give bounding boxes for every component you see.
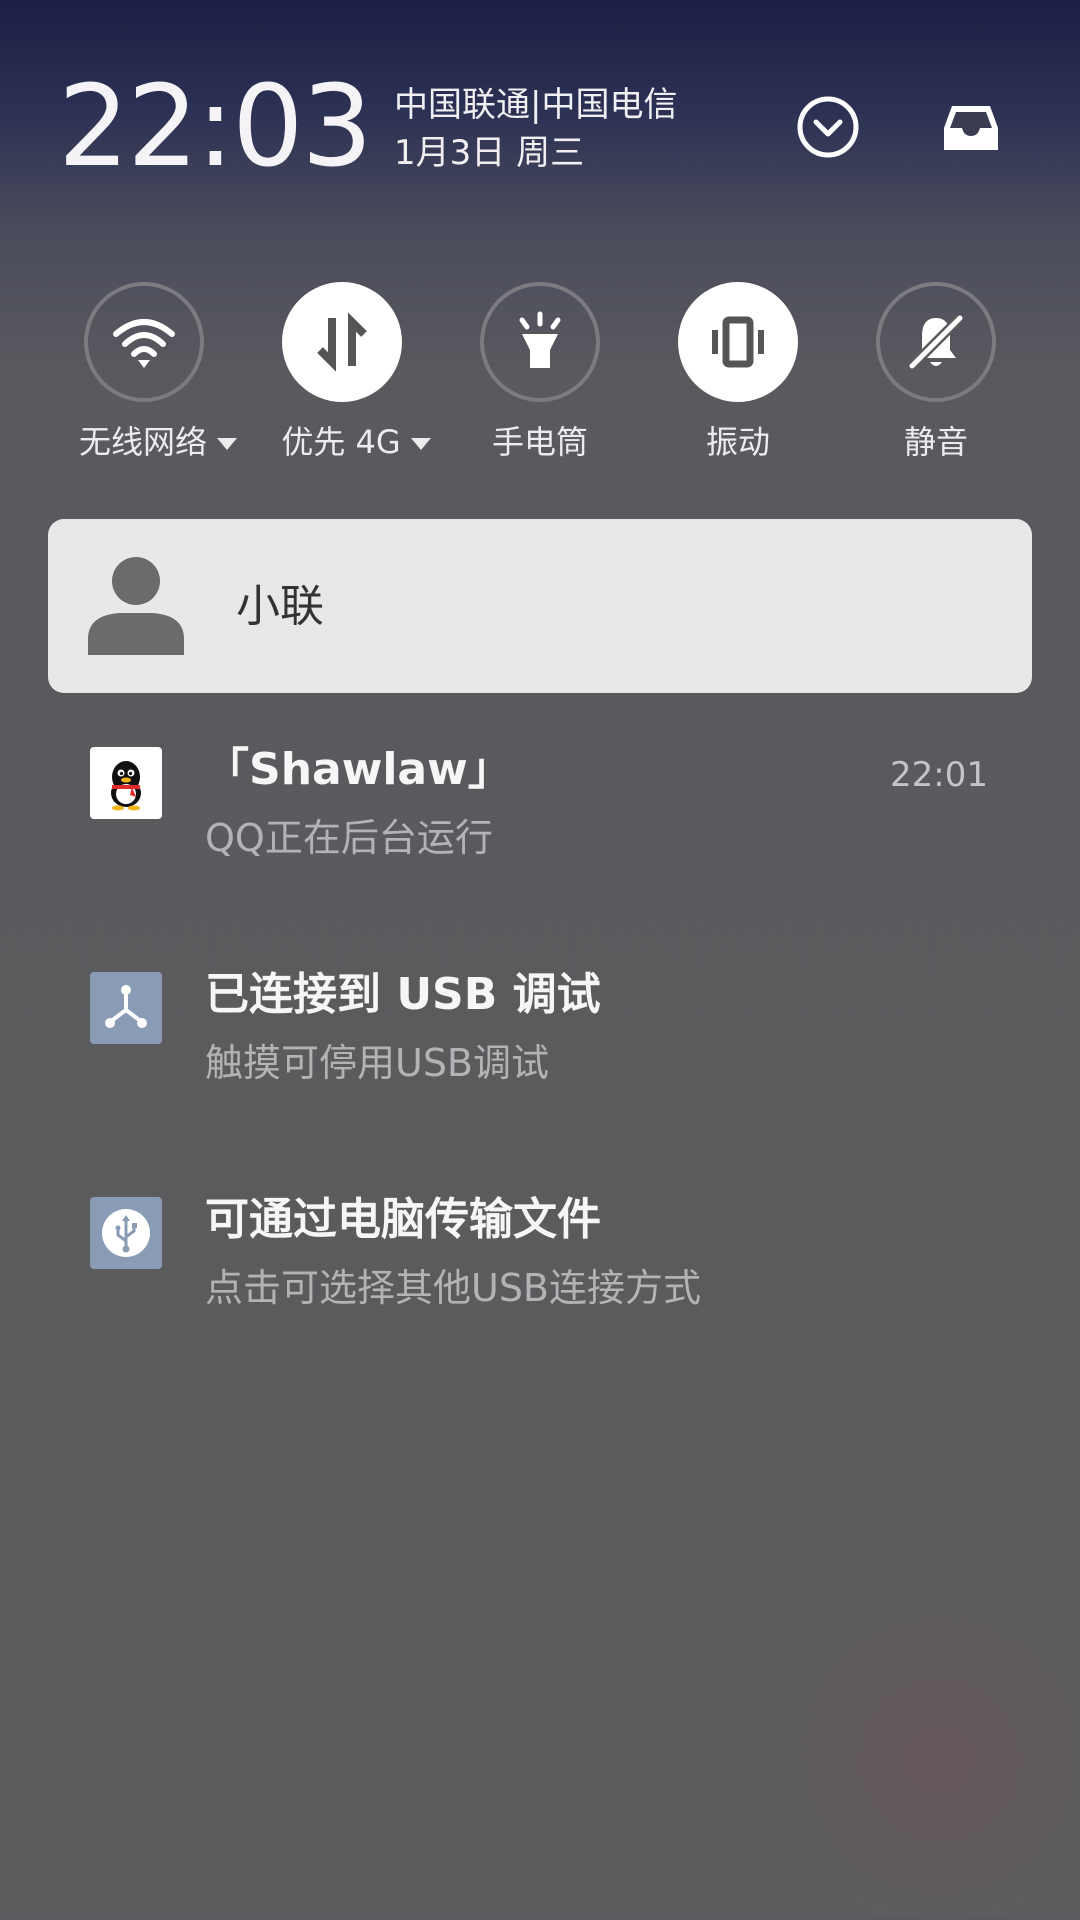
- avatar-icon: [88, 557, 184, 655]
- flashlight-icon: [519, 311, 561, 368]
- usb-icon: [90, 1197, 162, 1269]
- notification-text: 触摸可停用USB调试: [205, 1041, 550, 1085]
- chevron-down-circle-icon: [797, 96, 859, 158]
- notification-usb-transfer[interactable]: 可通过电脑传输文件 点击可选择其他USB连接方式: [0, 1194, 1080, 1357]
- dropdown-caret-icon: [217, 438, 237, 450]
- notification-title: 「Shawlaw」: [205, 744, 512, 795]
- mobile-data-icon: [317, 312, 367, 372]
- vibrate-label: 振动: [705, 423, 770, 461]
- contact-card[interactable]: 小联: [48, 519, 1032, 693]
- flashlight-toggle[interactable]: [480, 282, 600, 402]
- mute-label: 静音: [903, 423, 968, 461]
- usb-debug-icon: [90, 972, 162, 1044]
- bell-off-icon: [908, 314, 964, 370]
- notification-usb-debugging[interactable]: 已连接到 USB 调试 触摸可停用USB调试: [0, 969, 1080, 1132]
- notification-text: QQ正在后台运行: [205, 816, 493, 860]
- inbox-icon: [944, 106, 998, 150]
- mobile-data-label[interactable]: 优先 4G: [256, 418, 456, 466]
- dropdown-caret-icon: [410, 438, 431, 450]
- vibrate-icon: [712, 316, 764, 368]
- background-glow: [760, 1580, 1080, 1920]
- notification-title: 已连接到 USB 调试: [205, 969, 601, 1020]
- contact-name: 小联: [236, 581, 324, 632]
- qq-penguin-icon: [90, 747, 162, 819]
- carrier-name: 中国联通|中国电信: [394, 85, 678, 125]
- wifi-icon: [113, 319, 175, 368]
- clock: 22:03: [58, 62, 373, 192]
- mobile-data-toggle[interactable]: [282, 282, 402, 402]
- vibrate-toggle[interactable]: [678, 282, 798, 402]
- wifi-toggle[interactable]: [84, 282, 204, 402]
- date-label: 1月3日 周三: [394, 133, 585, 173]
- expand-button[interactable]: [793, 92, 863, 162]
- flashlight-label: 手电筒: [491, 423, 588, 461]
- notification-time: 22:01: [890, 755, 988, 795]
- notification-title: 可通过电脑传输文件: [205, 1194, 601, 1245]
- notification-inbox-button[interactable]: [936, 92, 1006, 162]
- mute-toggle[interactable]: [876, 282, 996, 402]
- wifi-label[interactable]: 无线网络: [58, 418, 258, 466]
- notification-text: 点击可选择其他USB连接方式: [205, 1266, 702, 1310]
- notification-qq[interactable]: 「Shawlaw」 22:01 QQ正在后台运行: [0, 744, 1080, 907]
